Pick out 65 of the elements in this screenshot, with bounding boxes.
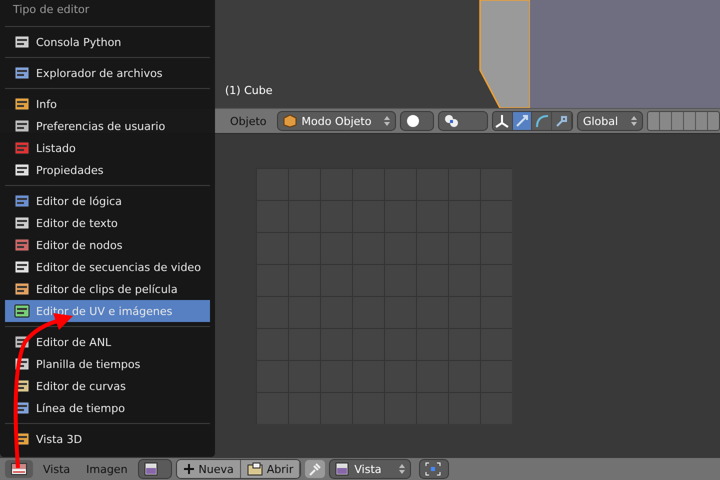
- view-dropdown[interactable]: Vista: [329, 459, 412, 479]
- pin-button[interactable]: [305, 460, 326, 478]
- menu-item[interactable]: Info: [0, 93, 215, 115]
- manipulator-button[interactable]: [492, 112, 513, 130]
- manipulator-button[interactable]: [552, 112, 572, 130]
- transform-icon: [554, 113, 570, 129]
- plus-icon: [182, 463, 195, 475]
- transform-icon: [534, 113, 550, 129]
- menu-item[interactable]: Editor de nodos: [0, 234, 215, 256]
- cube-icon: [282, 114, 297, 128]
- image-icon: [335, 462, 350, 476]
- new-image-button[interactable]: Nueva: [176, 460, 241, 478]
- updown-arrows-icon: [384, 115, 390, 127]
- orientation-dropdown[interactable]: Global: [576, 111, 644, 131]
- snap-dropdown[interactable]: [419, 459, 450, 479]
- menu-item[interactable]: Imagen: [86, 462, 128, 476]
- updown-arrows-icon: [631, 115, 638, 127]
- editor-icon: [14, 119, 30, 133]
- editor-icon: [14, 194, 30, 208]
- image-icon: [144, 462, 158, 476]
- pivot-dropdown[interactable]: [438, 111, 488, 131]
- object-label: (1) Cube: [225, 84, 272, 97]
- pin-icon: [308, 462, 322, 476]
- menu-item[interactable]: Línea de tiempo: [0, 397, 215, 419]
- editor-icon: [14, 238, 30, 252]
- frame-icon: [425, 462, 442, 476]
- layer-grid[interactable]: [647, 111, 720, 131]
- menu-item[interactable]: Editor de ANL: [0, 331, 215, 353]
- sphere-icon: [406, 114, 420, 128]
- manipulator-button[interactable]: [512, 112, 532, 130]
- editor-icon: [14, 141, 30, 155]
- mode-dropdown[interactable]: Modo Objeto: [276, 111, 396, 131]
- menu-title: Tipo de editor: [12, 2, 90, 18]
- editor-icon: [14, 216, 30, 230]
- menu-item[interactable]: Consola Python: [0, 31, 215, 53]
- folder-icon: [246, 462, 263, 476]
- menu-item[interactable]: Editor de clips de película: [0, 278, 215, 300]
- image-editor-icon: [11, 463, 27, 475]
- menu-item[interactable]: Propiedades: [0, 159, 215, 181]
- editor-icon: [14, 163, 30, 177]
- transform-icon: [514, 113, 530, 129]
- shading-dropdown[interactable]: [400, 111, 434, 131]
- image-browse-button[interactable]: [138, 459, 172, 479]
- editor-icon: [14, 304, 30, 318]
- menu-item[interactable]: Explorador de archivos: [0, 62, 215, 84]
- menu-item[interactable]: Editor de texto: [0, 212, 215, 234]
- updown-arrows-icon: [399, 463, 406, 475]
- menu-item[interactable]: Editor de secuencias de video: [0, 256, 215, 278]
- menu-item[interactable]: Editor de curvas: [0, 375, 215, 397]
- menu-item[interactable]: Listado: [0, 137, 215, 159]
- menu-item[interactable]: Vista: [43, 462, 70, 476]
- object-menu[interactable]: Objeto: [230, 114, 267, 128]
- editor-icon: [14, 97, 30, 111]
- open-image-button[interactable]: Abrir: [240, 460, 300, 478]
- menu-item[interactable]: Editor de lógica: [0, 190, 215, 212]
- editor-icon: [14, 260, 30, 274]
- transform-icon: [494, 113, 510, 129]
- pivot-icon: [444, 114, 460, 128]
- menu-item[interactable]: Planilla de tiempos: [0, 353, 215, 375]
- editor-icon: [14, 282, 30, 296]
- editor-type-button[interactable]: [5, 460, 33, 478]
- menu-item[interactable]: Vista 3D: [0, 428, 215, 450]
- editor-icon: [14, 66, 30, 80]
- editor-icon: [14, 35, 30, 49]
- menu-item[interactable]: Preferencias de usuario: [0, 115, 215, 137]
